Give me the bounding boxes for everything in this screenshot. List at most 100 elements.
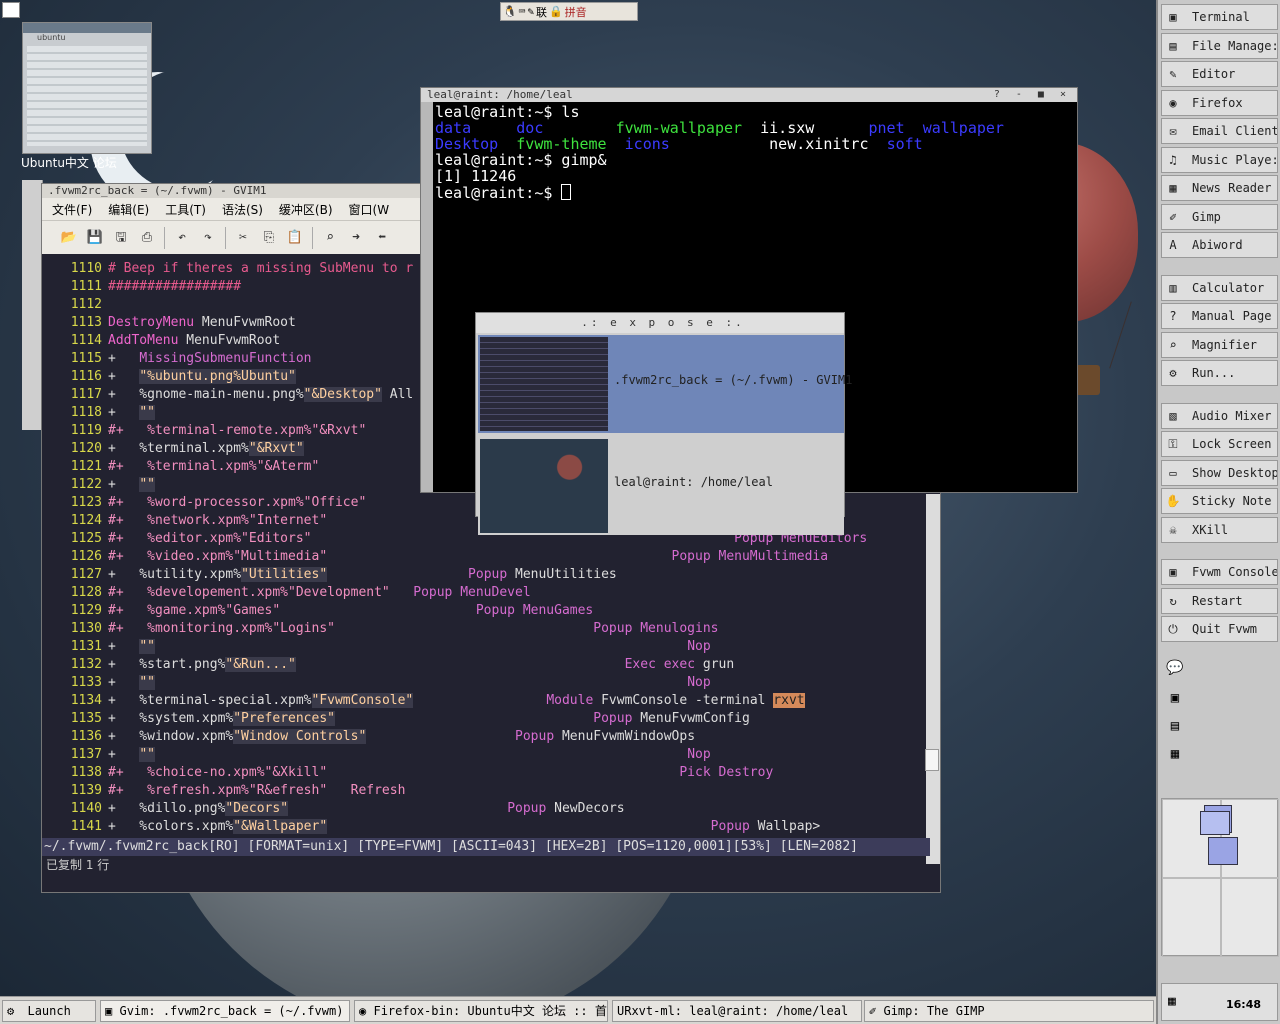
code-line[interactable]: 1126 #+ %video.xpm%"Multimedia" Popup Men… — [42, 548, 928, 566]
save-icon[interactable]: 💾 — [86, 229, 104, 247]
pen-icon[interactable]: ✎ — [527, 5, 534, 18]
panel-button-restart[interactable]: ↻ Restart — [1161, 587, 1278, 614]
window-list-icon[interactable]: ▣ — [1164, 690, 1186, 710]
code-line[interactable]: 1128 #+ %developement.xpm%"Development" P… — [42, 584, 928, 602]
menu-item[interactable]: 编辑(E) — [108, 201, 149, 218]
chat-icon[interactable]: 💬 — [1164, 660, 1186, 680]
link-label[interactable]: 联 — [536, 4, 547, 20]
back-icon[interactable]: ⬅ — [373, 229, 391, 247]
code-line[interactable]: 1131 + "" Nop — [42, 638, 928, 656]
window-buttons[interactable]: ? - ■ × — [994, 88, 1071, 102]
keyboard-icon[interactable]: ⌨ — [519, 5, 526, 18]
code-line[interactable]: 1141 + %colors.xpm%"&Wallpaper" Popup Wal… — [42, 818, 928, 836]
pager-window[interactable] — [1208, 837, 1238, 865]
code-line[interactable]: 1136 + %window.xpm%"Window Controls" Popu… — [42, 728, 928, 746]
code-token: #+ %refresh.xpm%"R&efresh" Refresh — [108, 783, 406, 798]
terminal-titlebar[interactable]: leal@raint: /home/leal ? - ■ × — [421, 88, 1077, 102]
pager-window[interactable] — [1200, 811, 1230, 835]
ime-label[interactable]: 拼音 — [565, 4, 587, 20]
code-token: "FvwmConsole" — [311, 693, 414, 708]
panel-button-audio-mixer[interactable]: ▧ Audio Mixer — [1161, 402, 1278, 429]
undo-icon[interactable]: ↶ — [173, 229, 191, 247]
find-icon[interactable]: ⌕ — [321, 229, 339, 247]
command-line[interactable]: 已复制 1 行 — [46, 856, 109, 874]
code-token: + %start.png% — [108, 657, 226, 672]
code-line[interactable]: 1134 + %terminal-special.xpm%"FvwmConsole… — [42, 692, 928, 710]
network-icon[interactable]: ▤ — [1164, 718, 1186, 738]
terminal-scrollbar[interactable] — [421, 102, 433, 492]
panel-button-terminal[interactable]: ▣ Terminal — [1161, 4, 1278, 30]
task-urxvt[interactable]: URxvt-ml: leal@raint: /home/leal — [612, 1000, 862, 1022]
expose-item-terminal[interactable]: leal@raint: /home/leal — [478, 437, 844, 535]
menu-item[interactable]: 语法(S) — [222, 201, 263, 218]
menu-item[interactable]: 文件(F) — [52, 201, 92, 218]
panel-button-xkill[interactable]: ☠ XKill — [1161, 516, 1278, 543]
panel-button-gimp[interactable]: ✐ Gimp — [1161, 203, 1278, 230]
code-line[interactable]: 1133 + "" Nop — [42, 674, 928, 692]
panel-button-firefox[interactable]: ◉ Firefox — [1161, 89, 1278, 116]
open-icon[interactable]: 📂 — [60, 229, 78, 247]
lock-icon[interactable]: 🔒 — [549, 5, 563, 18]
redo-icon[interactable]: ↷ — [199, 229, 217, 247]
gvim-scroll-thumb[interactable] — [925, 749, 939, 771]
paste-icon[interactable]: 📋 — [286, 229, 304, 247]
gvim-titlebar[interactable]: .fvwm2rc_back = (~/.fvwm) - GVIM1 — [42, 184, 422, 198]
code-line[interactable]: 1135 + %system.xpm%"Preferences" Popup Me… — [42, 710, 928, 728]
panel-button-run[interactable]: ⚙ Run... — [1161, 360, 1278, 386]
expose-switcher[interactable]: .: e x p o s e :. .fvwm2rc_back = (~/.fv… — [475, 312, 852, 535]
task-firefox[interactable]: ◉ Firefox-bin: Ubuntu中文 论坛 :: 首 — [354, 1000, 608, 1022]
panel-button-lock-screen[interactable]: ⚿ Lock Screen — [1161, 431, 1278, 457]
input-method-applet[interactable]: 🐧 ⌨ ✎ 联 🔒 拼音 — [500, 2, 638, 21]
panel-button-music-playe[interactable]: ♫ Music Playe: — [1161, 146, 1278, 173]
forward-icon[interactable]: ➜ — [347, 229, 365, 247]
panel-button-magnifier[interactable]: ⌕ Magnifier — [1161, 331, 1278, 358]
cut-icon[interactable]: ✂ — [234, 229, 252, 247]
print-icon[interactable]: ⎙ — [138, 229, 156, 247]
code-line[interactable]: 1138 #+ %choice-no.xpm%"&Xkill" Pick Dest… — [42, 764, 928, 782]
launch-button[interactable]: ⚙ Launch — [2, 1000, 96, 1022]
panel-button-sticky-note[interactable]: ✋ Sticky Note — [1161, 488, 1278, 514]
menu-item[interactable]: 缓冲区(B) — [279, 201, 333, 218]
pager-desk[interactable] — [1220, 877, 1279, 957]
code-token: Wallpap> — [749, 819, 821, 834]
editor-icon: ✎ — [1169, 67, 1177, 81]
expose-item-gvim[interactable]: .fvwm2rc_back = (~/.fvwm) - GVIM1 — [478, 335, 852, 433]
code-line[interactable]: 1132 + %start.png%"&Run..." Exec exec gru… — [42, 656, 928, 674]
disk-icon[interactable]: ▦ — [1164, 746, 1186, 766]
panel-button-file-manage[interactable]: ▤ File Manage: — [1161, 32, 1278, 59]
menu-item[interactable]: 工具(T) — [165, 201, 206, 218]
terminal-icon: ▣ — [1169, 10, 1177, 24]
firefox-window-thumbnail[interactable]: ubuntu — [22, 22, 152, 154]
panel-button-fvwm-console[interactable]: ▣ Fvwm Console — [1161, 559, 1278, 585]
panel-button-abiword[interactable]: A Abiword — [1161, 232, 1278, 258]
desktop-pager[interactable] — [1161, 798, 1279, 957]
calendar-icon[interactable]: ▦ — [1168, 994, 1176, 1009]
panel-button-label: Gimp — [1192, 209, 1221, 224]
desktop-corner-icon[interactable] — [2, 2, 20, 18]
code-line[interactable]: 1127 + %utility.xpm%"Utilities" Popup Men… — [42, 566, 928, 584]
panel-button-editor[interactable]: ✎ Editor — [1161, 61, 1278, 87]
background-window-edge[interactable] — [22, 180, 43, 430]
code-line[interactable]: 1130 #+ %monitoring.xpm%"Logins" Popup Me… — [42, 620, 928, 638]
code-line[interactable]: 1140 + %dillo.png%"Decors" Popup NewDecor… — [42, 800, 928, 818]
terminal-line: data doc fvwm-wallpaper ii.sxw pnet wall… — [435, 120, 1077, 136]
panel-button-news-reader[interactable]: ▦ News Reader — [1161, 175, 1278, 201]
panel-button-email-client[interactable]: ✉ Email Client — [1161, 118, 1278, 144]
task-gvim[interactable]: ▣ Gvim: .fvwm2rc_back = (~/.fvwm) - — [100, 1000, 350, 1022]
panel-button-manual-page[interactable]: ? Manual Page — [1161, 303, 1278, 329]
panel-button-calculator[interactable]: ▥ Calculator — [1161, 274, 1278, 301]
code-line[interactable]: 1137 + "" Nop — [42, 746, 928, 764]
code-line[interactable]: 1139 #+ %refresh.xpm%"R&efresh" Refresh — [42, 782, 928, 800]
pager-desk[interactable] — [1162, 877, 1222, 957]
panel-button-quit-fvwm[interactable]: ⏻ Quit Fvwm — [1161, 616, 1278, 642]
gimp-task-icon: ✐ — [869, 1004, 877, 1018]
panel-button-show-desktop[interactable]: ▭ Show Desktop — [1161, 459, 1278, 486]
save-all-icon[interactable]: 🖫 — [112, 229, 130, 247]
expose-title: .: e x p o s e :. — [476, 313, 844, 333]
task-gimp[interactable]: ✐ Gimp: The GIMP — [864, 1000, 1154, 1022]
copy-icon[interactable]: ⎘ — [260, 229, 278, 247]
menu-item[interactable]: 窗口(W — [349, 201, 390, 218]
gvim-scrollbar[interactable] — [926, 494, 940, 864]
code-line[interactable]: 1129 #+ %game.xpm%"Games" Popup MenuGames — [42, 602, 928, 620]
